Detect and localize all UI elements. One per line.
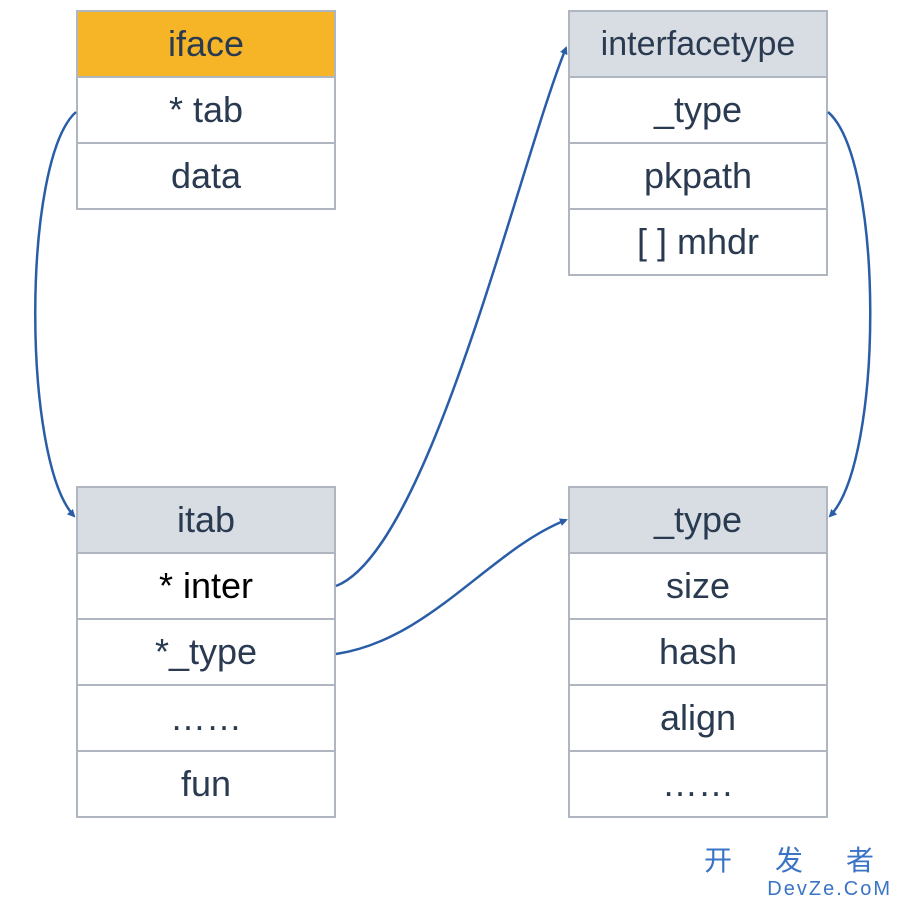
type-field-size: size xyxy=(568,552,828,620)
type-field-hash: hash xyxy=(568,618,828,686)
arrow-interfacetype-to-type xyxy=(828,112,870,516)
itab-struct: itab * inter *_type …… fun xyxy=(76,486,336,818)
itab-field-ellipsis: …… xyxy=(76,684,336,752)
iface-field-data: data xyxy=(76,142,336,210)
iface-struct: iface * tab data xyxy=(76,10,336,210)
itab-field-inter: * inter xyxy=(76,552,336,620)
arrow-iface-to-itab xyxy=(35,112,76,516)
watermark-line2: DevZe.CoM xyxy=(704,878,892,900)
arrow-itab-inter-to-interfacetype xyxy=(336,48,566,586)
type-field-ellipsis: …… xyxy=(568,750,828,818)
iface-field-tab: * tab xyxy=(76,76,336,144)
watermark-line1: 开 发 者 xyxy=(704,847,892,878)
watermark: 开 发 者 DevZe.CoM xyxy=(704,847,892,900)
interfacetype-header: interfacetype xyxy=(568,10,828,78)
itab-field-fun: fun xyxy=(76,750,336,818)
type-header: _type xyxy=(568,486,828,554)
interfacetype-field-mhdr: [ ] mhdr xyxy=(568,208,828,276)
arrow-itab-type-to-type xyxy=(336,520,566,654)
interfacetype-struct: interfacetype _type pkpath [ ] mhdr xyxy=(568,10,828,276)
interfacetype-field-pkpath: pkpath xyxy=(568,142,828,210)
iface-header: iface xyxy=(76,10,336,78)
interfacetype-field-type: _type xyxy=(568,76,828,144)
type-field-align: align xyxy=(568,684,828,752)
type-struct: _type size hash align …… xyxy=(568,486,828,818)
itab-field-type: *_type xyxy=(76,618,336,686)
itab-header: itab xyxy=(76,486,336,554)
